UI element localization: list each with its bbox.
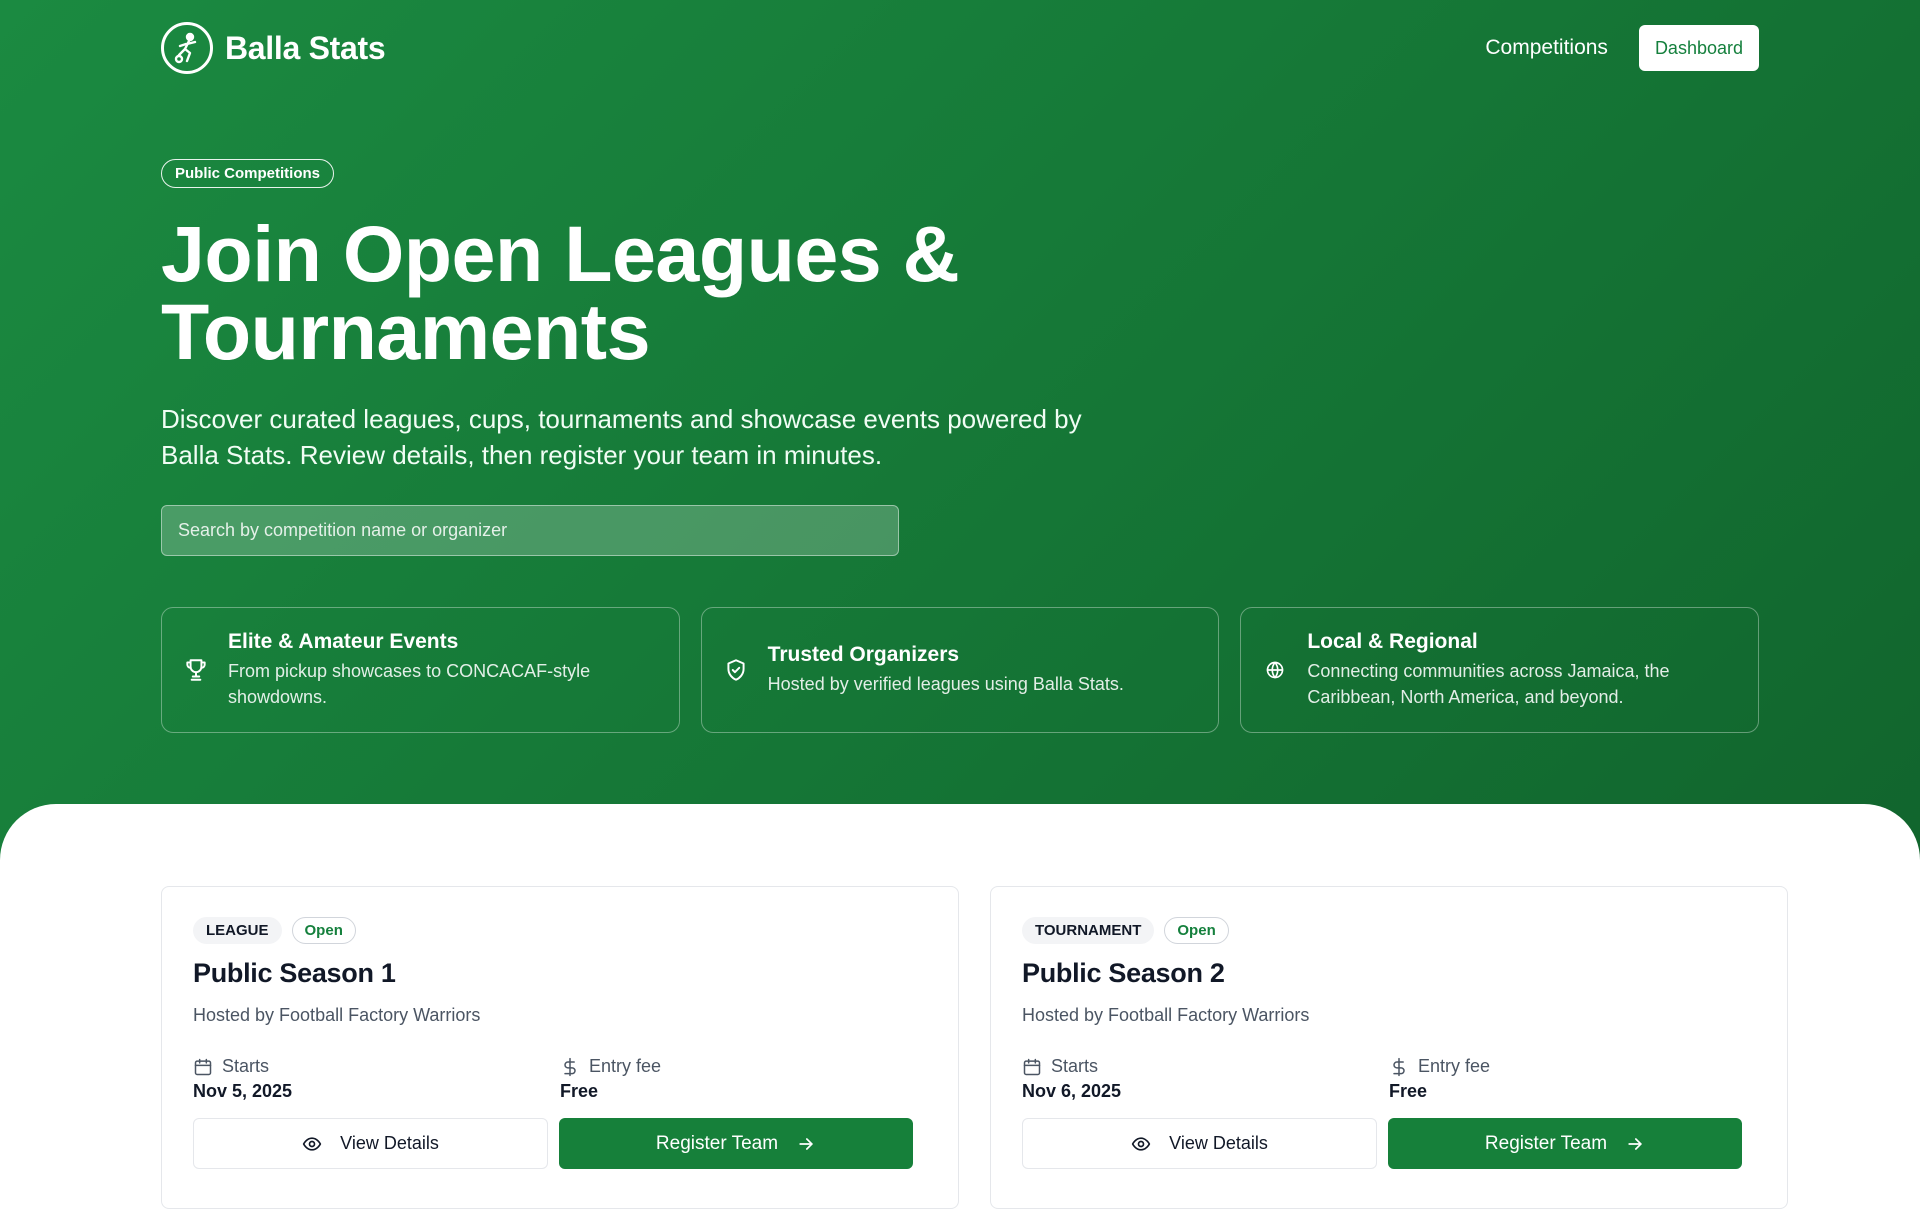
- fee-label-row: Entry fee: [560, 1056, 927, 1077]
- feature-card-elite: Elite & Amateur Events From pickup showc…: [161, 607, 680, 733]
- card-tags: LEAGUE Open: [193, 917, 927, 944]
- brand[interactable]: Balla Stats: [161, 22, 386, 74]
- starts-label: Starts: [1051, 1056, 1099, 1076]
- card-actions: View Details Register Team: [193, 1118, 927, 1169]
- entry-fee-info: Entry fee Free: [1389, 1056, 1756, 1102]
- feature-desc-line-2: Caribbean, North America, and beyond.: [1307, 687, 1624, 707]
- register-team-button[interactable]: Register Team: [1388, 1118, 1742, 1169]
- competition-title: Public Season 2: [1022, 958, 1225, 988]
- dashboard-button[interactable]: Dashboard: [1638, 25, 1759, 71]
- eye-icon: [1131, 1134, 1151, 1154]
- competition-host: Hosted by Football Factory Warriors: [193, 1005, 481, 1025]
- feature-card-trusted: Trusted Organizers Hosted by verified le…: [700, 607, 1220, 733]
- top-nav: Balla Stats Competitions Dashboard: [161, 22, 1759, 74]
- competition-type-badge: TOURNAMENT: [1022, 917, 1155, 944]
- feature-title: Local & Regional: [1307, 630, 1478, 653]
- page-title-line-1: Join Open Leagues &: [161, 209, 960, 298]
- soccer-player-icon: [161, 22, 213, 74]
- feature-desc-line-2: showdowns.: [228, 687, 328, 707]
- starts-label: Starts: [222, 1056, 270, 1076]
- feature-description: Hosted by verified leagues using Balla S…: [767, 674, 1124, 694]
- feature-title: Trusted Organizers: [767, 643, 960, 666]
- card-tags: TOURNAMENT Open: [1022, 917, 1756, 944]
- view-details-label: View Details: [1169, 1133, 1268, 1153]
- feature-desc-line-1: From pickup showcases to CONCACAF-style: [228, 661, 591, 681]
- feature-description: Connecting communities across Jamaica, t…: [1307, 658, 1669, 710]
- entry-fee-info: Entry fee Free: [560, 1056, 927, 1102]
- trophy-icon: [182, 656, 210, 684]
- eye-icon: [302, 1134, 322, 1154]
- dollar-icon: [560, 1057, 580, 1077]
- competition-title: Public Season 1: [193, 958, 396, 988]
- entry-fee-value: Free: [1389, 1081, 1428, 1101]
- view-details-button[interactable]: View Details: [1022, 1118, 1377, 1169]
- fee-label-row: Entry fee: [1389, 1056, 1756, 1077]
- starts-info: Starts Nov 5, 2025: [193, 1056, 560, 1102]
- starts-date: Nov 6, 2025: [1022, 1081, 1122, 1101]
- register-team-label: Register Team: [655, 1132, 779, 1154]
- starts-info: Starts Nov 6, 2025: [1022, 1056, 1389, 1102]
- calendar-icon: [1022, 1057, 1042, 1077]
- feature-text: Local & Regional Connecting communities …: [1307, 630, 1669, 710]
- competition-list: LEAGUE Open Public Season 1 Hosted by Fo…: [161, 886, 1788, 1209]
- view-details-button[interactable]: View Details: [193, 1118, 548, 1169]
- features-row: Elite & Amateur Events From pickup showc…: [161, 607, 1760, 733]
- nav-right: Competitions Dashboard: [1485, 25, 1759, 71]
- shield-check-icon: [722, 656, 750, 684]
- entry-fee-label: Entry fee: [589, 1056, 662, 1076]
- feature-title: Elite & Amateur Events: [228, 630, 459, 653]
- starts-label-row: Starts: [1022, 1056, 1389, 1077]
- entry-fee-value: Free: [560, 1081, 599, 1101]
- competition-card: TOURNAMENT Open Public Season 2 Hosted b…: [990, 886, 1788, 1209]
- competition-meta: Starts Nov 6, 2025 Entry fee Free: [1022, 1056, 1756, 1102]
- competition-type-badge: LEAGUE: [193, 917, 282, 944]
- hero-section: Balla Stats Competitions Dashboard Publi…: [0, 0, 1920, 870]
- hero-subtitle-line-2: Balla Stats. Review details, then regist…: [161, 440, 883, 470]
- page-title-line-2: Tournaments: [161, 287, 651, 376]
- globe-icon: [1261, 656, 1289, 684]
- card-actions: View Details Register Team: [1022, 1118, 1756, 1169]
- status-badge: Open: [291, 917, 356, 944]
- calendar-icon: [193, 1057, 213, 1077]
- feature-description: From pickup showcases to CONCACAF-style …: [228, 658, 590, 710]
- brand-name: Balla Stats: [225, 29, 386, 66]
- status-badge: Open: [1164, 917, 1229, 944]
- entry-fee-label: Entry fee: [1418, 1056, 1491, 1076]
- competition-card: LEAGUE Open Public Season 1 Hosted by Fo…: [161, 886, 959, 1209]
- competition-meta: Starts Nov 5, 2025 Entry fee Free: [193, 1056, 927, 1102]
- hero-subtitle: Discover curated leagues, cups, tourname…: [161, 401, 1161, 473]
- arrow-right-icon: [796, 1134, 816, 1154]
- nav-competitions-link[interactable]: Competitions: [1485, 36, 1608, 60]
- hero-subtitle-line-1: Discover curated leagues, cups, tourname…: [161, 404, 1082, 434]
- competition-host: Hosted by Football Factory Warriors: [1022, 1005, 1310, 1025]
- feature-text: Elite & Amateur Events From pickup showc…: [228, 630, 590, 710]
- register-team-label: Register Team: [1484, 1132, 1608, 1154]
- feature-text: Trusted Organizers Hosted by verified le…: [768, 643, 1124, 697]
- public-competitions-badge: Public Competitions: [161, 159, 335, 188]
- register-team-button[interactable]: Register Team: [559, 1118, 913, 1169]
- starts-label-row: Starts: [193, 1056, 560, 1077]
- arrow-right-icon: [1625, 1134, 1645, 1154]
- view-details-label: View Details: [340, 1133, 439, 1153]
- page-title: Join Open Leagues & Tournaments: [161, 209, 1361, 376]
- feature-desc-line-1: Connecting communities across Jamaica, t…: [1307, 661, 1670, 681]
- dollar-icon: [1389, 1057, 1409, 1077]
- search-input[interactable]: [178, 520, 882, 541]
- starts-date: Nov 5, 2025: [193, 1081, 293, 1101]
- search-box: [161, 505, 899, 556]
- feature-card-local: Local & Regional Connecting communities …: [1240, 607, 1760, 733]
